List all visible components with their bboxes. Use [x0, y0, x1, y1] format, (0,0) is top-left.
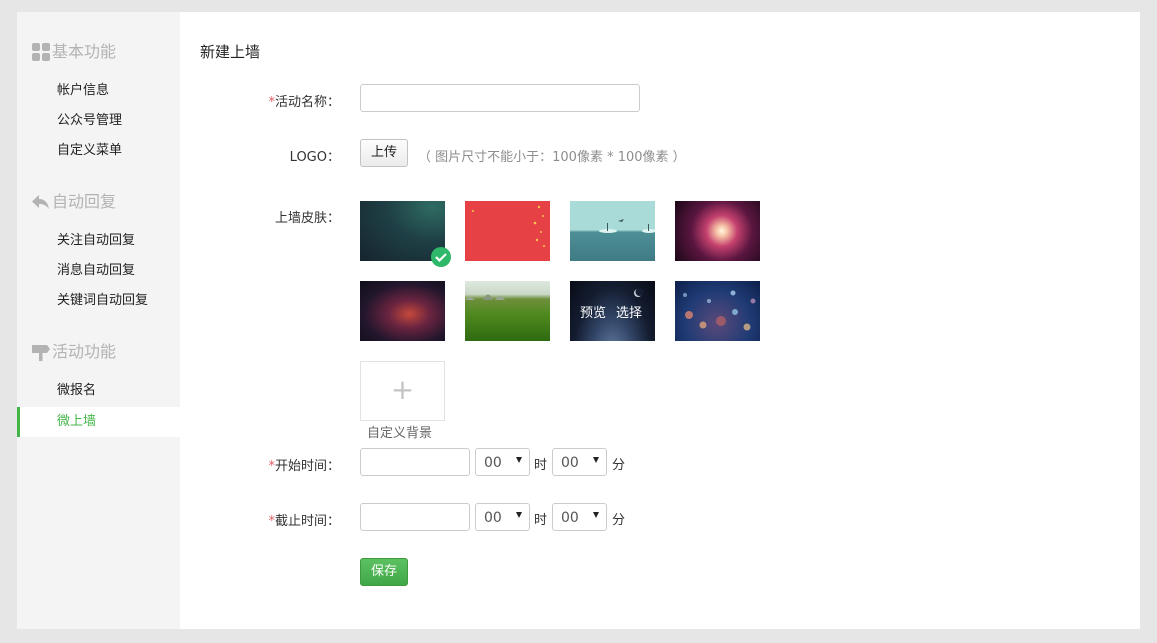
label-text: 活动名称：: [274, 95, 340, 110]
dropdown-arrow-icon: [516, 512, 522, 518]
select-value: 00: [484, 455, 502, 471]
custom-background-box[interactable]: +: [360, 361, 445, 421]
plus-icon: +: [390, 373, 415, 406]
main-content: 新建上墙 *活动名称： LOGO： 上传 （ 图片尺寸不能小于：100像素 * …: [180, 12, 1140, 629]
sidebar-section-basic: 基本功能: [31, 41, 116, 63]
selected-check-icon: [431, 247, 451, 267]
skin-green-field[interactable]: [465, 281, 550, 341]
start-time-label: *开始时间：: [180, 455, 340, 474]
logo-size-hint: （ 图片尺寸不能小于：100像素 * 100像素 ）: [418, 150, 686, 165]
skin-label: 上墙皮肤：: [274, 211, 340, 226]
sidebar-item-wall[interactable]: 微上墙: [17, 407, 180, 437]
skin-blue-bokeh[interactable]: [675, 281, 760, 341]
skin-earth-space[interactable]: 预览 选择: [570, 281, 655, 341]
sidebar-section-title: 自动回复: [52, 192, 117, 211]
start-date-input[interactable]: [360, 448, 470, 476]
end-time-label: *截止时间：: [180, 510, 340, 529]
start-hour-select[interactable]: 00: [475, 448, 530, 476]
skin-red-confetti[interactable]: [465, 201, 550, 261]
start-minute-select[interactable]: 00: [552, 448, 607, 476]
sidebar-section-title: 活动功能: [52, 342, 117, 361]
skin-sea-islands[interactable]: [570, 201, 655, 261]
signpost-icon: [31, 342, 51, 362]
skin-select-link[interactable]: 选择: [616, 302, 642, 321]
skin-preview-link[interactable]: 预览: [580, 302, 606, 321]
skin-purple-burst[interactable]: [675, 201, 760, 261]
label-text: 开始时间：: [274, 459, 340, 474]
page-title: 新建上墙: [200, 43, 261, 61]
hour-unit: 时: [534, 458, 548, 473]
sidebar: 基本功能 帐户信息 公众号管理 自定义菜单 自动回复 关注自动回复 消息自动回复…: [17, 12, 180, 629]
sidebar-section-activity: 活动功能: [31, 341, 116, 363]
minute-unit: 分: [612, 458, 626, 473]
hour-unit: 时: [534, 513, 548, 528]
dropdown-arrow-icon: [593, 512, 599, 518]
sidebar-item-account-manage[interactable]: 公众号管理: [17, 106, 180, 136]
sidebar-item-follow-reply[interactable]: 关注自动回复: [17, 226, 180, 256]
dropdown-arrow-icon: [593, 457, 599, 463]
skin-dark-nebula[interactable]: [360, 281, 445, 341]
sidebar-item-account-info[interactable]: 帐户信息: [17, 76, 180, 106]
select-value: 00: [561, 455, 579, 471]
reply-arrow-icon: [31, 192, 51, 212]
end-hour-select[interactable]: 00: [475, 503, 530, 531]
activity-name-label: *活动名称：: [180, 91, 340, 110]
custom-background-label: 自定义背景: [367, 426, 433, 441]
sidebar-item-message-reply[interactable]: 消息自动回复: [17, 256, 180, 286]
activity-name-input[interactable]: [360, 84, 640, 112]
sidebar-item-registration[interactable]: 微报名: [17, 376, 180, 406]
end-date-input[interactable]: [360, 503, 470, 531]
select-value: 00: [561, 510, 579, 526]
sidebar-item-custom-menu[interactable]: 自定义菜单: [17, 136, 180, 166]
app-frame: 基本功能 帐户信息 公众号管理 自定义菜单 自动回复 关注自动回复 消息自动回复…: [17, 12, 1140, 629]
dropdown-arrow-icon: [516, 457, 522, 463]
sidebar-section-title: 基本功能: [52, 42, 117, 61]
end-minute-select[interactable]: 00: [552, 503, 607, 531]
select-value: 00: [484, 510, 502, 526]
sidebar-item-keyword-reply[interactable]: 关键词自动回复: [17, 286, 180, 316]
minute-unit: 分: [612, 513, 626, 528]
grid-icon: [31, 42, 51, 62]
logo-label: LOGO：: [289, 150, 340, 165]
save-button[interactable]: 保存: [360, 558, 408, 586]
label-text: 截止时间：: [274, 514, 340, 529]
sidebar-section-auto-reply: 自动回复: [31, 191, 116, 213]
upload-button[interactable]: 上传: [360, 139, 408, 167]
